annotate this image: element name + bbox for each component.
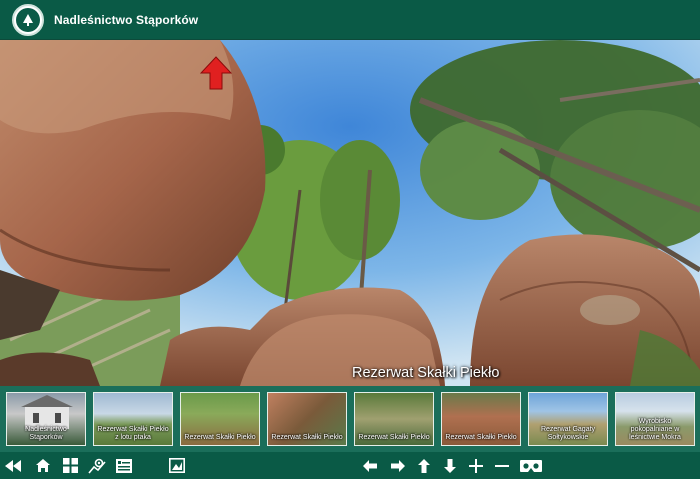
image-icon[interactable] (167, 456, 187, 475)
thumbnail-label: Rezerwat Skałki Piekło (358, 434, 430, 441)
vr-goggles-icon[interactable] (518, 456, 544, 475)
zoom-out-icon[interactable] (492, 456, 512, 475)
thumbnail-scene-6[interactable]: Rezerwat Skałki Piekło (441, 392, 521, 446)
arrow-left-icon[interactable] (360, 456, 380, 475)
thumbnail-label: Rezerwat Skałki Piekło z lotu ptaka (97, 426, 169, 441)
panorama-view[interactable]: Rezerwat Skałki Piekło (0, 40, 700, 386)
forest-logo[interactable] (12, 3, 44, 36)
thumbnail-label: Rezerwat Skałki Piekło (445, 434, 517, 441)
thumbnail-scene-3[interactable]: Rezerwat Skałki Piekło (180, 392, 260, 446)
flag-icon[interactable] (114, 456, 134, 475)
bottom-toolbar (0, 452, 700, 479)
app-header: Nadleśnictwo Stąporków (0, 0, 700, 40)
thumbnail-scene-8[interactable]: Wyrobisko pokopalniane w leśnictwie Mokr… (615, 392, 695, 446)
page-title: Nadleśnictwo Stąporków (54, 12, 199, 27)
thumbnail-scene-1[interactable]: Nadleśnictwo Stąporków (6, 392, 86, 446)
scene-title: Rezerwat Skałki Piekło (352, 365, 500, 381)
zoom-in-icon[interactable] (466, 456, 486, 475)
arrow-down-icon[interactable] (440, 456, 460, 475)
grid-icon[interactable] (60, 456, 80, 475)
thumbnail-scene-2[interactable]: Rezerwat Skałki Piekło z lotu ptaka (93, 392, 173, 446)
arrow-right-icon[interactable] (388, 456, 408, 475)
thumbnail-label: Wyrobisko pokopalniane w leśnictwie Mokr… (629, 418, 681, 441)
thumbnail-label: Rezerwat Skałki Piekło (271, 434, 343, 441)
tree-icon (16, 7, 40, 32)
rewind-icon[interactable] (3, 456, 23, 475)
scene-thumbnail-strip: Nadleśnictwo Stąporków Rezerwat Skałki P… (0, 386, 700, 452)
thumbnail-scene-4[interactable]: Rezerwat Skałki Piekło (267, 392, 347, 446)
thumbnail-label: Nadleśnictwo Stąporków (25, 426, 67, 441)
thumbnail-scene-5[interactable]: Rezerwat Skałki Piekło (354, 392, 434, 446)
thumbnail-label: Rezerwat Gagaty Sołtykowskie (540, 426, 596, 441)
thumbnail-label: Rezerwat Skałki Piekło (184, 434, 256, 441)
navigate-forward-arrow-icon[interactable] (199, 56, 233, 90)
map-pin-icon[interactable] (87, 456, 107, 475)
home-icon[interactable] (33, 456, 53, 475)
arrow-up-icon[interactable] (414, 456, 434, 475)
thumbnail-scene-7[interactable]: Rezerwat Gagaty Sołtykowskie (528, 392, 608, 446)
panorama-image (0, 40, 700, 386)
